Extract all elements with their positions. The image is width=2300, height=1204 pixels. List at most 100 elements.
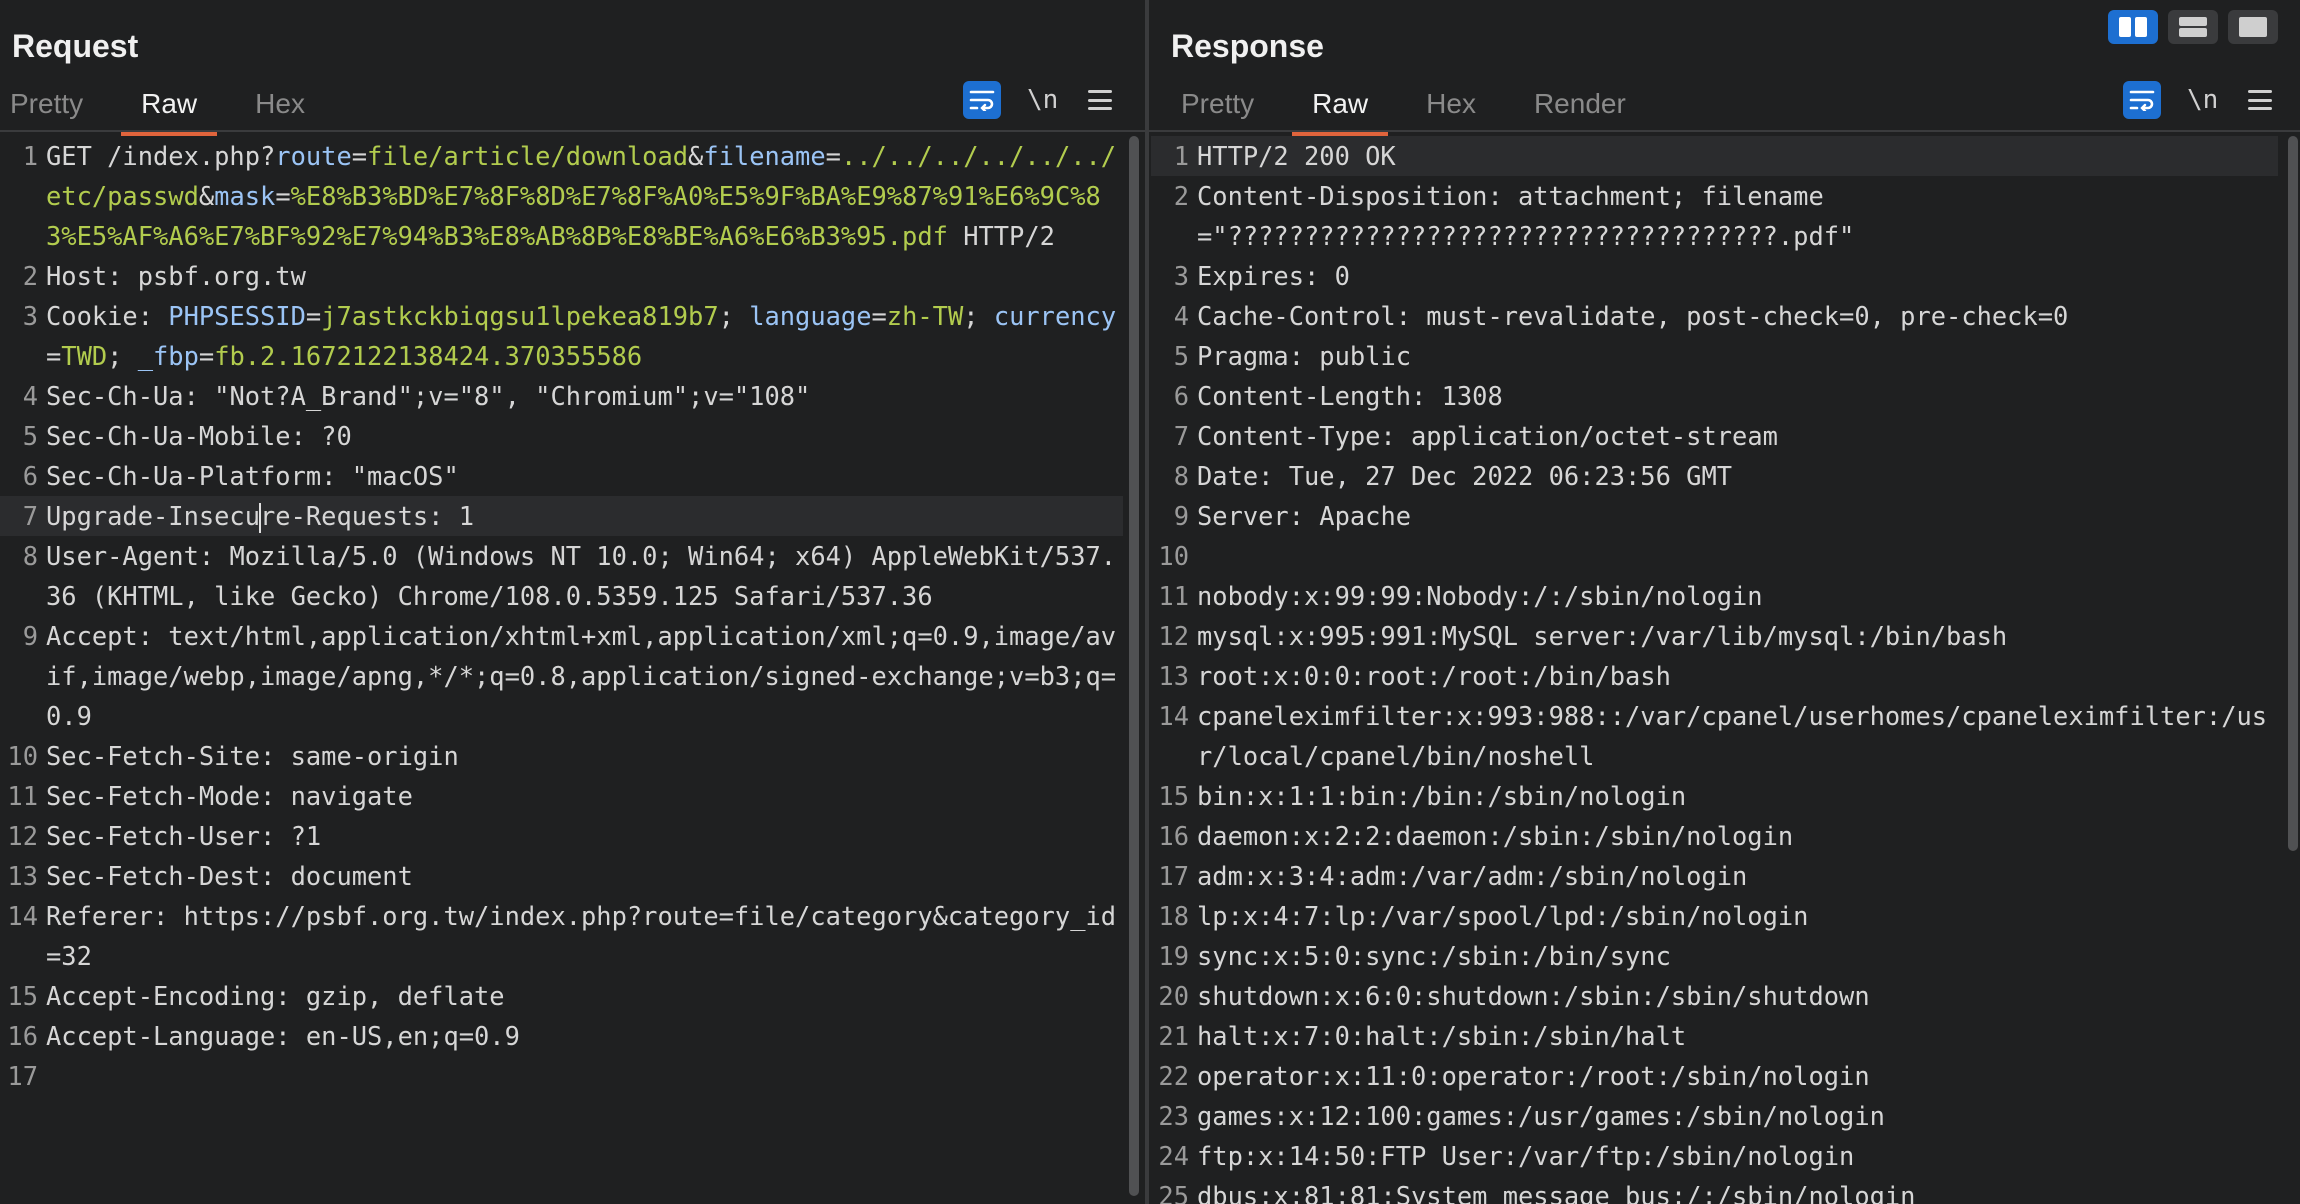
code-line[interactable]: 14 Referer: https://psbf.org.tw/index.php… — [0, 896, 1123, 976]
code-line[interactable]: 10 — [1151, 536, 2278, 576]
line-content[interactable]: sync:x:5:0:sync:/sbin:/bin/sync — [1195, 936, 2278, 976]
line-content[interactable]: Sec-Ch-Ua-Mobile: ?0 — [44, 416, 1123, 456]
code-line[interactable]: 17 adm:x:3:4:adm:/var/adm:/sbin/nologin — [1151, 856, 2278, 896]
line-content[interactable]: Referer: https://psbf.org.tw/index.php?r… — [44, 896, 1123, 976]
line-content[interactable]: HTTP/2 200 OK — [1195, 136, 2278, 176]
line-content[interactable]: Sec-Fetch-Site: same-origin — [44, 736, 1123, 776]
response-wrap-lines-button[interactable] — [2123, 81, 2161, 119]
line-content[interactable]: Date: Tue, 27 Dec 2022 06:23:56 GMT — [1195, 456, 2278, 496]
request-editor[interactable]: 1 GET /index.php?route=file/article/downl… — [0, 136, 1123, 1204]
line-content[interactable]: ftp:x:14:50:FTP User:/var/ftp:/sbin/nolo… — [1195, 1136, 2278, 1176]
line-content[interactable]: Expires: 0 — [1195, 256, 2278, 296]
code-line[interactable]: 3 Cookie: PHPSESSID=j7astkckbiqgsu1lpekea… — [0, 296, 1123, 376]
line-content[interactable]: adm:x:3:4:adm:/var/adm:/sbin/nologin — [1195, 856, 2278, 896]
code-line[interactable]: 24 ftp:x:14:50:FTP User:/var/ftp:/sbin/no… — [1151, 1136, 2278, 1176]
response-tab-raw[interactable]: Raw — [1292, 80, 1389, 136]
code-line[interactable]: 25 dbus:x:81:81:System message bus:/:/sbi… — [1151, 1176, 2278, 1204]
code-line[interactable]: 12 mysql:x:995:991:MySQL server:/var/lib/… — [1151, 616, 2278, 656]
line-content[interactable]: root:x:0:0:root:/root:/bin/bash — [1195, 656, 2278, 696]
code-line[interactable]: 4 Sec-Ch-Ua: "Not?A_Brand";v="8", "Chromi… — [0, 376, 1123, 416]
line-content[interactable]: Accept: text/html,application/xhtml+xml,… — [44, 616, 1123, 736]
code-line[interactable]: 11 Sec-Fetch-Mode: navigate — [0, 776, 1123, 816]
code-line[interactable]: 3 Expires: 0 — [1151, 256, 2278, 296]
code-line[interactable]: 8 User-Agent: Mozilla/5.0 (Windows NT 10.… — [0, 536, 1123, 616]
request-tab-hex[interactable]: Hex — [255, 80, 305, 132]
code-line[interactable]: 13 root:x:0:0:root:/root:/bin/bash — [1151, 656, 2278, 696]
response-tab-render[interactable]: Render — [1534, 80, 1626, 132]
line-content[interactable]: shutdown:x:6:0:shutdown:/sbin:/sbin/shut… — [1195, 976, 2278, 1016]
line-content[interactable]: mysql:x:995:991:MySQL server:/var/lib/my… — [1195, 616, 2278, 656]
line-content[interactable]: Sec-Ch-Ua: "Not?A_Brand";v="8", "Chromiu… — [44, 376, 1123, 416]
line-content[interactable]: Sec-Fetch-User: ?1 — [44, 816, 1123, 856]
hamburger-menu-icon[interactable] — [1088, 90, 1113, 110]
line-content[interactable]: lp:x:4:7:lp:/var/spool/lpd:/sbin/nologin — [1195, 896, 2278, 936]
response-scrollbar[interactable] — [2286, 136, 2300, 1204]
code-line[interactable]: 21 halt:x:7:0:halt:/sbin:/sbin/halt — [1151, 1016, 2278, 1056]
code-line[interactable]: 20 shutdown:x:6:0:shutdown:/sbin:/sbin/sh… — [1151, 976, 2278, 1016]
request-newline-toggle[interactable]: \n — [1027, 85, 1058, 115]
line-content[interactable]: dbus:x:81:81:System message bus:/:/sbin/… — [1195, 1176, 2278, 1204]
line-content[interactable]: daemon:x:2:2:daemon:/sbin:/sbin/nologin — [1195, 816, 2278, 856]
line-content[interactable]: Content-Disposition: attachment; filenam… — [1195, 176, 2278, 256]
code-line[interactable]: 11 nobody:x:99:99:Nobody:/:/sbin/nologin — [1151, 576, 2278, 616]
response-newline-toggle[interactable]: \n — [2187, 85, 2218, 115]
code-line[interactable]: 9 Server: Apache — [1151, 496, 2278, 536]
line-content[interactable]: cpaneleximfilter:x:993:988::/var/cpanel/… — [1195, 696, 2278, 776]
response-editor[interactable]: 1 HTTP/2 200 OK 2 Content-Disposition: atta… — [1151, 136, 2278, 1204]
code-line[interactable]: 9 Accept: text/html,application/xhtml+xml… — [0, 616, 1123, 736]
code-line[interactable]: 1 HTTP/2 200 OK — [1151, 136, 2278, 176]
line-content[interactable]: Accept-Encoding: gzip, deflate — [44, 976, 1123, 1016]
code-line[interactable]: 7 Content-Type: application/octet-stream — [1151, 416, 2278, 456]
code-line[interactable]: 2 Host: psbf.org.tw — [0, 256, 1123, 296]
code-line[interactable]: 13 Sec-Fetch-Dest: document — [0, 856, 1123, 896]
code-line[interactable]: 5 Pragma: public — [1151, 336, 2278, 376]
layout-split-vertical-button[interactable] — [2108, 10, 2158, 44]
line-content[interactable]: Cache-Control: must-revalidate, post-che… — [1195, 296, 2278, 336]
line-content[interactable]: Upgrade-Insecure-Requests: 1 — [44, 496, 1123, 536]
code-line[interactable]: 12 Sec-Fetch-User: ?1 — [0, 816, 1123, 856]
hamburger-menu-icon[interactable] — [2248, 90, 2273, 110]
code-line[interactable]: 6 Sec-Ch-Ua-Platform: "macOS" — [0, 456, 1123, 496]
code-line[interactable]: 1 GET /index.php?route=file/article/downl… — [0, 136, 1123, 256]
line-content[interactable] — [44, 1056, 1123, 1096]
code-line[interactable]: 15 bin:x:1:1:bin:/bin:/sbin/nologin — [1151, 776, 2278, 816]
response-tab-pretty[interactable]: Pretty — [1181, 80, 1254, 132]
line-content[interactable]: Cookie: PHPSESSID=j7astkckbiqgsu1lpekea8… — [44, 296, 1123, 376]
line-content[interactable]: Sec-Ch-Ua-Platform: "macOS" — [44, 456, 1123, 496]
request-scrollbar[interactable] — [1127, 136, 1141, 1204]
code-line[interactable]: 6 Content-Length: 1308 — [1151, 376, 2278, 416]
line-content[interactable] — [1195, 536, 2278, 576]
code-line[interactable]: 22 operator:x:11:0:operator:/root:/sbin/n… — [1151, 1056, 2278, 1096]
code-line[interactable]: 2 Content-Disposition: attachment; filena… — [1151, 176, 2278, 256]
response-scroll-thumb[interactable] — [2288, 136, 2298, 851]
code-line[interactable]: 18 lp:x:4:7:lp:/var/spool/lpd:/sbin/nolog… — [1151, 896, 2278, 936]
line-content[interactable]: GET /index.php?route=file/article/downlo… — [44, 136, 1123, 256]
request-wrap-lines-button[interactable] — [963, 81, 1001, 119]
code-line[interactable]: 7 Upgrade-Insecure-Requests: 1 — [0, 496, 1123, 536]
code-line[interactable]: 16 daemon:x:2:2:daemon:/sbin:/sbin/nologi… — [1151, 816, 2278, 856]
line-content[interactable]: Server: Apache — [1195, 496, 2278, 536]
code-line[interactable]: 15 Accept-Encoding: gzip, deflate — [0, 976, 1123, 1016]
code-line[interactable]: 5 Sec-Ch-Ua-Mobile: ?0 — [0, 416, 1123, 456]
line-content[interactable]: Content-Type: application/octet-stream — [1195, 416, 2278, 456]
layout-single-pane-button[interactable] — [2228, 10, 2278, 44]
code-line[interactable]: 14 cpaneleximfilter:x:993:988::/var/cpane… — [1151, 696, 2278, 776]
line-content[interactable]: games:x:12:100:games:/usr/games:/sbin/no… — [1195, 1096, 2278, 1136]
code-line[interactable]: 19 sync:x:5:0:sync:/sbin:/bin/sync — [1151, 936, 2278, 976]
line-content[interactable]: User-Agent: Mozilla/5.0 (Windows NT 10.0… — [44, 536, 1123, 616]
request-tab-raw[interactable]: Raw — [121, 80, 218, 136]
code-line[interactable]: 4 Cache-Control: must-revalidate, post-ch… — [1151, 296, 2278, 336]
code-line[interactable]: 16 Accept-Language: en-US,en;q=0.9 — [0, 1016, 1123, 1056]
line-content[interactable]: Pragma: public — [1195, 336, 2278, 376]
code-line[interactable]: 23 games:x:12:100:games:/usr/games:/sbin/… — [1151, 1096, 2278, 1136]
line-content[interactable]: Host: psbf.org.tw — [44, 256, 1123, 296]
line-content[interactable]: Sec-Fetch-Dest: document — [44, 856, 1123, 896]
line-content[interactable]: halt:x:7:0:halt:/sbin:/sbin/halt — [1195, 1016, 2278, 1056]
line-content[interactable]: nobody:x:99:99:Nobody:/:/sbin/nologin — [1195, 576, 2278, 616]
code-line[interactable]: 10 Sec-Fetch-Site: same-origin — [0, 736, 1123, 776]
line-content[interactable]: Sec-Fetch-Mode: navigate — [44, 776, 1123, 816]
code-line[interactable]: 8 Date: Tue, 27 Dec 2022 06:23:56 GMT — [1151, 456, 2278, 496]
line-content[interactable]: bin:x:1:1:bin:/bin:/sbin/nologin — [1195, 776, 2278, 816]
line-content[interactable]: Accept-Language: en-US,en;q=0.9 — [44, 1016, 1123, 1056]
line-content[interactable]: Content-Length: 1308 — [1195, 376, 2278, 416]
